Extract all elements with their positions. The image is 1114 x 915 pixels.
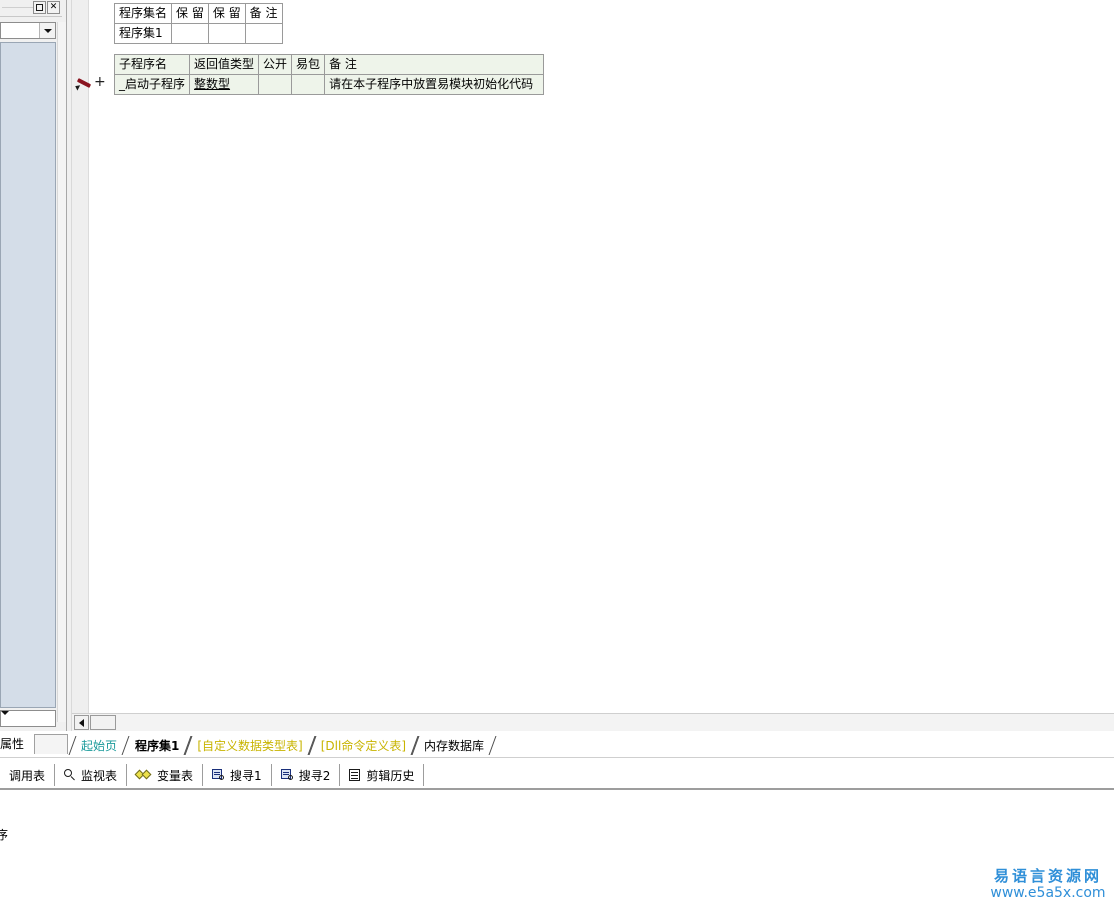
col-header-return-type[interactable]: 返回值类型 xyxy=(189,54,260,75)
table-row[interactable]: 程序集1 xyxy=(113,23,283,44)
magnifier-icon xyxy=(64,769,76,781)
doc-tab-label: 起始页 xyxy=(81,738,118,753)
editor-horizontal-scrollbar[interactable] xyxy=(72,713,1114,731)
clipboard-icon xyxy=(349,768,361,782)
watermark: 易语言资源网 www.e5a5x.com xyxy=(985,867,1111,902)
close-button[interactable]: ✕ xyxy=(47,1,60,14)
col-header-program-name[interactable]: 程序集名 xyxy=(113,3,173,24)
doc-tab-memory-database[interactable]: 内存数据库 xyxy=(411,734,497,756)
chevron-left-icon xyxy=(79,718,84,727)
col-header-note[interactable]: 备 注 xyxy=(324,54,545,75)
property-panel: ✕ xyxy=(0,0,66,731)
doc-tab-custom-data-types[interactable]: [自定义数据类型表] xyxy=(184,734,316,756)
table-header-row: 子程序名 返回值类型 公开 易包 备 注 xyxy=(113,54,545,75)
property-object-combo[interactable] xyxy=(0,22,56,39)
maximize-icon xyxy=(36,4,43,11)
watermark-site-url: www.e5a5x.com xyxy=(990,885,1106,902)
property-tab-button[interactable] xyxy=(34,734,68,754)
expand-plus-icon[interactable]: + xyxy=(94,74,106,90)
doc-tab-start-page[interactable]: 起始页 xyxy=(68,734,130,756)
program-set-table[interactable]: 程序集名 保 留 保 留 备 注 程序集1 xyxy=(113,3,283,44)
bottom-combo-dropdown-button[interactable] xyxy=(1,711,55,715)
cell-return-type[interactable]: 整数型 xyxy=(189,74,260,95)
cell-package[interactable] xyxy=(291,74,326,95)
bottom-tab-call-table[interactable]: 调用表 xyxy=(0,764,56,786)
document-tab-strip: 属性 起始页 程序集1 [自定义数据类型表] [Dll命令定义表] 内存数据库 xyxy=(0,733,1114,758)
col-header-reserved-2[interactable]: 保 留 xyxy=(207,3,246,24)
bottom-tab-variable-table[interactable]: 变量表 xyxy=(127,764,204,786)
find-icon xyxy=(280,769,294,781)
doc-tab-label: [Dll命令定义表] xyxy=(320,738,407,753)
col-header-reserved-1[interactable]: 保 留 xyxy=(171,3,209,24)
sub-program-table[interactable]: 子程序名 返回值类型 公开 易包 备 注 _启动子程序 整数型 请在本子程序中放… xyxy=(113,54,545,95)
editor-gutter xyxy=(72,0,89,713)
table-row[interactable]: _启动子程序 整数型 请在本子程序中放置易模块初始化代码 xyxy=(113,74,545,95)
table-header-row: 程序集名 保 留 保 留 备 注 xyxy=(113,3,283,24)
output-pane[interactable]: 序 xyxy=(0,790,1114,915)
bottom-tool-tab-bar: 调用表 监视表 变量表 搜寻1 搜寻2 剪辑历史 xyxy=(0,764,1114,790)
code-editor-area[interactable]: + 程序集名 保 留 保 留 备 注 程序集1 子程序名 返回值类型 公开 易包… xyxy=(72,0,1114,713)
titlebar-rule xyxy=(2,7,34,8)
col-header-package[interactable]: 易包 xyxy=(291,54,326,75)
col-header-note[interactable]: 备 注 xyxy=(244,3,283,24)
bottom-tab-search-2[interactable]: 搜寻2 xyxy=(272,764,341,786)
property-panel-vertical-scrollbar[interactable] xyxy=(57,22,66,722)
bottom-tab-label: 剪辑历史 xyxy=(366,768,415,783)
bottom-tab-watch-table[interactable]: 监视表 xyxy=(55,764,128,786)
cell-sub-name[interactable]: _启动子程序 xyxy=(113,74,191,95)
bottom-tab-label: 变量表 xyxy=(157,768,194,783)
bottom-tab-label: 搜寻1 xyxy=(230,768,262,783)
chevron-down-icon xyxy=(43,28,52,33)
cell-public[interactable] xyxy=(258,74,293,95)
bottom-tab-search-1[interactable]: 搜寻1 xyxy=(203,764,272,786)
property-tab-label[interactable]: 属性 xyxy=(0,735,24,753)
col-header-public[interactable]: 公开 xyxy=(258,54,293,75)
bottom-tab-label: 搜寻2 xyxy=(298,768,331,783)
maximize-button[interactable] xyxy=(33,1,46,14)
doc-tab-label: [自定义数据类型表] xyxy=(197,738,303,753)
app-root: ✕ + 程序集名 保 留 保 留 备 注 程序集1 子程序名 返回值类型 公开 … xyxy=(0,0,1114,915)
cell-note[interactable]: 请在本子程序中放置易模块初始化代码 xyxy=(324,74,545,95)
bottom-tab-label: 调用表 xyxy=(9,768,46,783)
property-grid[interactable] xyxy=(0,42,56,708)
doc-tab-label: 程序集1 xyxy=(135,738,180,753)
watermark-site-name: 易语言资源网 xyxy=(993,867,1102,885)
property-panel-titlebar: ✕ xyxy=(0,0,62,17)
output-text: 序 xyxy=(0,828,9,842)
col-header-sub-name[interactable]: 子程序名 xyxy=(113,54,191,75)
scroll-left-button[interactable] xyxy=(74,715,89,730)
cell-reserved-2[interactable] xyxy=(207,23,246,44)
chevron-down-icon xyxy=(1,711,9,715)
cell-program-name[interactable]: 程序集1 xyxy=(113,23,173,44)
horizontal-scroll-thumb[interactable] xyxy=(90,715,116,730)
cell-reserved-1[interactable] xyxy=(171,23,209,44)
bottom-tab-clip-history[interactable]: 剪辑历史 xyxy=(340,764,425,786)
doc-tab-label: 内存数据库 xyxy=(424,738,485,753)
bottom-tab-label: 监视表 xyxy=(81,768,118,783)
diamonds-icon xyxy=(134,769,152,781)
find-icon xyxy=(212,769,225,781)
document-tabs: 起始页 程序集1 [自定义数据类型表] [Dll命令定义表] 内存数据库 xyxy=(68,733,497,757)
close-icon: ✕ xyxy=(49,2,58,12)
cell-note[interactable] xyxy=(244,23,283,44)
combo-dropdown-button[interactable] xyxy=(39,23,55,38)
property-bottom-combo[interactable] xyxy=(0,710,56,727)
pencil-icon xyxy=(73,78,93,91)
doc-tab-program-set[interactable]: 程序集1 xyxy=(126,734,192,756)
doc-tab-dll-commands[interactable]: [Dll命令定义表] xyxy=(308,734,419,756)
